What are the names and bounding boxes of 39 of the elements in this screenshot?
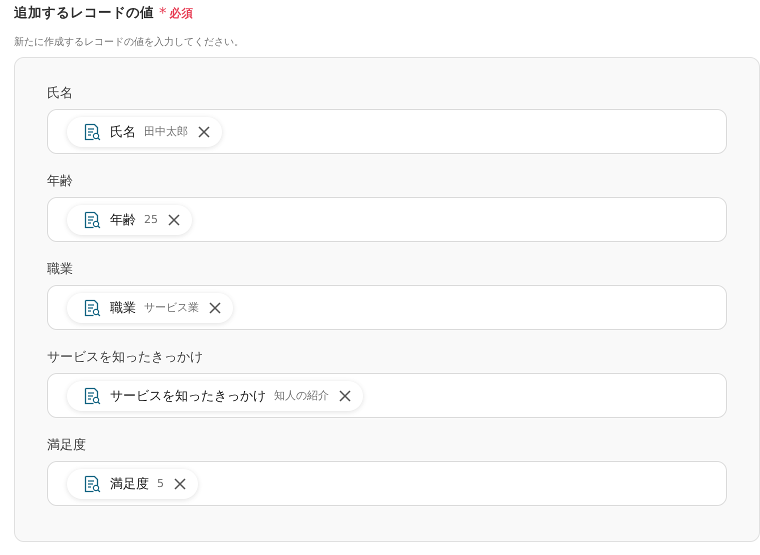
input-field[interactable]: 満足度 5	[47, 461, 727, 506]
document-search-icon	[83, 298, 101, 316]
field-label: サービスを知ったきっかけ	[47, 349, 203, 366]
close-icon	[209, 302, 221, 314]
required-label: 必須	[170, 6, 194, 20]
section-description: 新たに作成するレコードの値を入力してください。	[14, 36, 245, 49]
chip-value: 5	[157, 477, 164, 490]
chip-value: サービス業	[144, 300, 199, 315]
chip-value: 25	[144, 213, 158, 226]
section-title: 追加するレコードの値	[14, 4, 154, 22]
close-icon	[339, 390, 351, 402]
close-icon	[198, 126, 210, 138]
field-label: 満足度	[47, 437, 86, 454]
document-search-icon	[83, 474, 101, 492]
document-search-icon	[83, 210, 101, 228]
chip-name: 満足度	[110, 476, 149, 492]
chip-value: 知人の紹介	[274, 388, 329, 403]
chip-name: 氏名	[110, 124, 136, 140]
variable-chip[interactable]: 満足度 5	[67, 468, 198, 498]
input-field[interactable]: 氏名 田中太郎	[47, 109, 727, 154]
chip-name: サービスを知ったきっかけ	[110, 388, 266, 404]
chip-value: 田中太郎	[144, 124, 188, 139]
field-label: 氏名	[47, 85, 73, 102]
close-icon	[168, 214, 180, 226]
variable-chip[interactable]: サービスを知ったきっかけ 知人の紹介	[67, 380, 363, 410]
required-mark: *	[159, 4, 166, 22]
variable-chip[interactable]: 職業 サービス業	[67, 292, 233, 322]
document-search-icon	[83, 122, 101, 140]
variable-chip[interactable]: 氏名 田中太郎	[67, 116, 222, 146]
document-search-icon	[83, 386, 101, 404]
close-icon	[174, 478, 186, 490]
field-label: 職業	[47, 261, 73, 278]
input-field[interactable]: サービスを知ったきっかけ 知人の紹介	[47, 373, 727, 418]
chip-name: 年齢	[110, 212, 136, 228]
input-field[interactable]: 年齢 25	[47, 197, 727, 242]
field-label: 年齢	[47, 173, 73, 190]
chip-name: 職業	[110, 300, 136, 316]
variable-chip[interactable]: 年齢 25	[67, 204, 192, 234]
input-field[interactable]: 職業 サービス業	[47, 285, 727, 330]
